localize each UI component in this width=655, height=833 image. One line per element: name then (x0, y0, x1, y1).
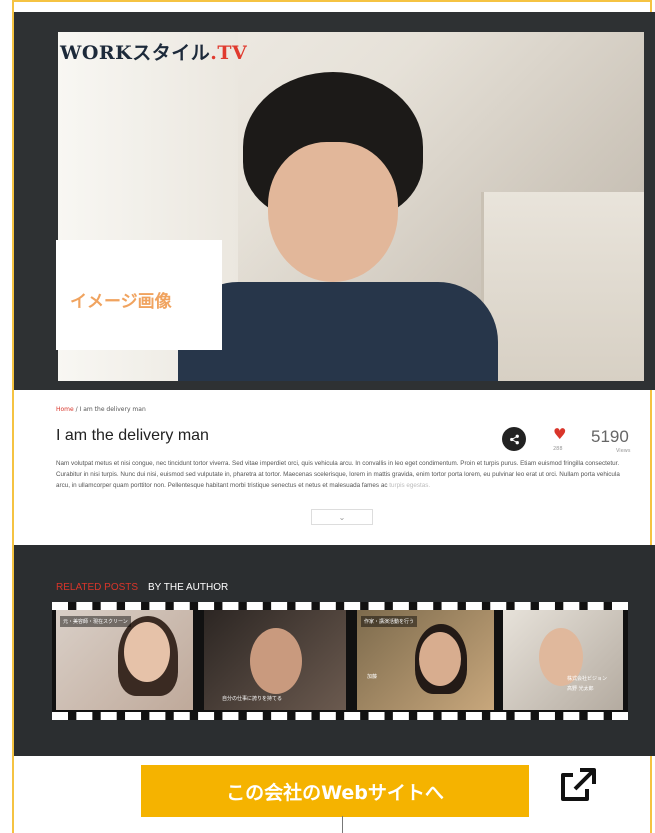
related-thumb-4[interactable]: 株式会社ビジョン 高野 光太郎 (503, 610, 623, 710)
read-more-button[interactable]: ⌄ (311, 509, 373, 525)
related-thumb-1[interactable]: 元・美容師・現在スクリーン (56, 610, 193, 710)
tab-by-the-author[interactable]: BY THE AUTHOR (148, 582, 228, 593)
page-title: I am the delivery man (56, 427, 209, 444)
breadcrumb: Home / I am the delivery man (56, 406, 146, 413)
views-count: 5190 (591, 427, 629, 446)
person-face (268, 142, 398, 282)
site-logo: WORKスタイル.TV (60, 38, 247, 65)
article-body: Nam volutpat metus et nisi congue, nec t… (56, 458, 631, 491)
thumb-caption-2: 加藤 (367, 674, 378, 680)
thumb-caption: 元・美容師・現在スクリーン (60, 616, 131, 627)
company-website-button[interactable]: この会社のWebサイトへ (141, 765, 529, 817)
thumb-face (250, 628, 302, 694)
breadcrumb-current: I am the delivery man (79, 406, 146, 413)
tab-related-posts[interactable]: RELATED POSTS (56, 582, 138, 593)
thumb-caption: 株式会社ビジョン (567, 676, 608, 682)
chevron-down-icon: ⌄ (338, 512, 346, 522)
related-thumb-2[interactable]: 自分の仕事に誇りを持てる (204, 610, 346, 710)
thumb-caption: 作家・講演活動を行う (361, 616, 418, 627)
person-body (178, 282, 498, 381)
related-thumb-3[interactable]: 作家・講演活動を行う 加藤 (357, 610, 494, 710)
share-icon (509, 434, 519, 444)
image-label: イメージ画像 (70, 292, 172, 312)
share-button[interactable] (502, 427, 526, 451)
views-label: Views (616, 448, 631, 454)
thumb-face (419, 632, 461, 686)
logo-main: WORKスタイル (60, 42, 211, 64)
thumb-caption-2: 高野 光太郎 (567, 686, 594, 692)
external-link-icon[interactable] (558, 766, 598, 804)
logo-tv: .TV (210, 42, 248, 64)
cta-label: この会社のWebサイトへ (226, 781, 444, 804)
breadcrumb-home[interactable]: Home (56, 406, 74, 413)
article-body-fade: turpis egestas. (389, 482, 431, 489)
heart-icon[interactable]: ♥ (553, 425, 566, 443)
article-body-text: Nam volutpat metus et nisi congue, nec t… (56, 460, 620, 489)
divider (342, 816, 343, 833)
likes-count: 288 (553, 446, 563, 452)
thumb-caption: 自分の仕事に誇りを持てる (222, 696, 283, 702)
thumb-face (124, 622, 170, 682)
